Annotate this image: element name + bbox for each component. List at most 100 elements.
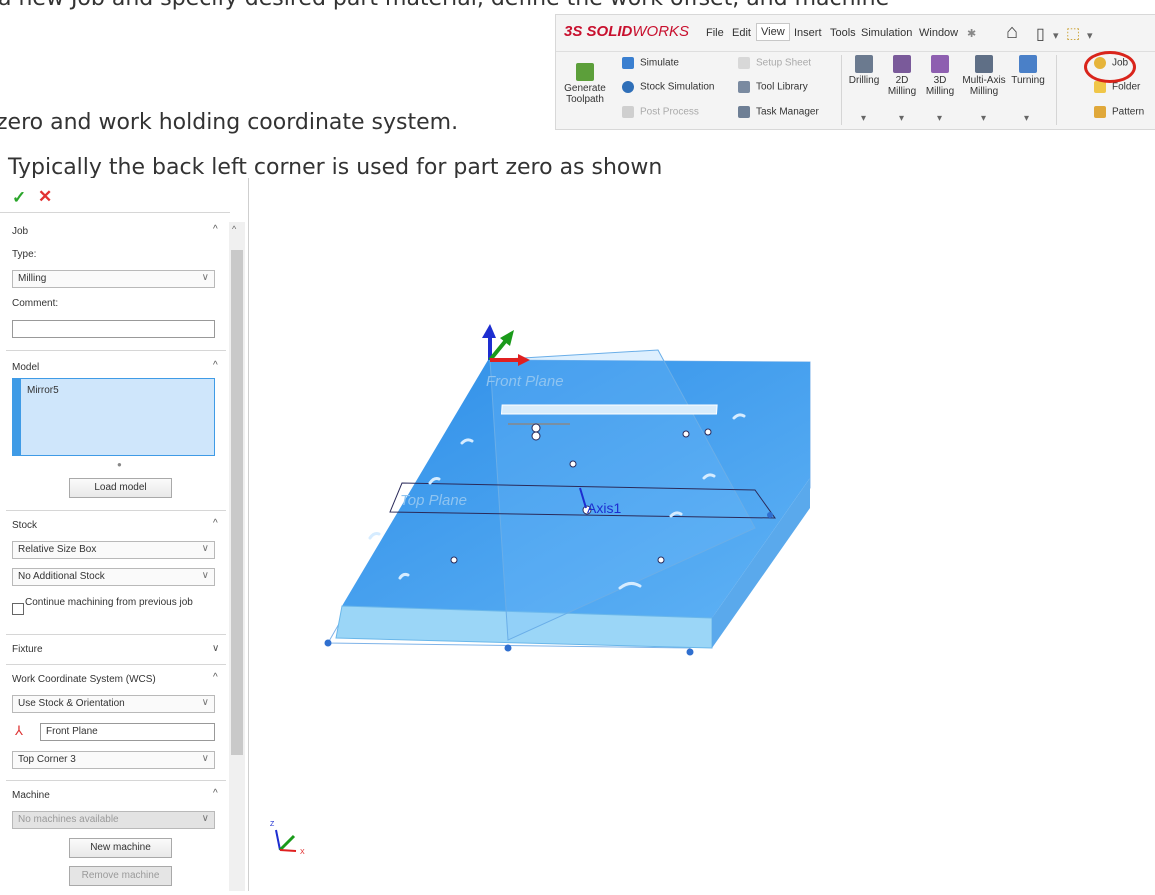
chevron-down-icon[interactable]: ▾: [861, 113, 866, 124]
new-machine-button[interactable]: New machine: [69, 838, 172, 858]
model-list-accent: [13, 379, 21, 455]
divider: [6, 634, 226, 635]
post-process-button[interactable]: Post Process: [622, 106, 699, 118]
collapse-icon[interactable]: ^: [213, 672, 218, 683]
menu-insert[interactable]: Insert: [794, 27, 822, 39]
remove-machine-button[interactable]: Remove machine: [69, 866, 172, 886]
document-text-line: a new Job and specify desired part mater…: [0, 0, 889, 11]
chevron-down-icon[interactable]: ▾: [1087, 29, 1093, 42]
setup-sheet-button[interactable]: Setup Sheet: [738, 57, 811, 69]
wcs-plane-input[interactable]: Front Plane: [40, 723, 215, 741]
model-list[interactable]: Mirror5: [12, 378, 215, 456]
resize-handle-icon[interactable]: ●: [117, 460, 122, 469]
setup-sheet-label: Setup Sheet: [756, 57, 812, 69]
chevron-down-icon: ∨: [201, 570, 209, 581]
chevron-down-icon[interactable]: ▾: [981, 113, 986, 124]
chevron-down-icon: ∨: [201, 753, 209, 764]
solidworks-logo: 3S SOLIDWORKS: [564, 23, 690, 40]
coordinate-system-icon: ⅄: [15, 723, 23, 738]
part-model-view: Front Plane Top Plane Axis1 Z X: [270, 324, 811, 856]
divider: [6, 780, 226, 781]
menu-view[interactable]: View: [756, 23, 790, 41]
3d-milling-label: 3D Milling: [925, 75, 955, 97]
divider: [0, 212, 230, 213]
folder-icon: [1094, 81, 1106, 93]
chevron-down-icon[interactable]: ▾: [1024, 113, 1029, 124]
pattern-label: Pattern: [1112, 106, 1145, 118]
pin-icon[interactable]: ✱: [967, 27, 976, 40]
menu-tools[interactable]: Tools: [830, 27, 856, 39]
front-plane-label: Front Plane: [486, 373, 564, 390]
panel-scrollbar[interactable]: ^: [229, 222, 245, 891]
turning-button[interactable]: Turning: [1008, 55, 1048, 86]
folder-button[interactable]: Folder: [1094, 81, 1140, 93]
home-icon[interactable]: ⌂: [1006, 21, 1018, 44]
additional-stock-select[interactable]: No Additional Stock ∨: [12, 568, 215, 586]
collapse-icon[interactable]: ^: [213, 224, 218, 235]
collapse-icon[interactable]: ^: [213, 360, 218, 371]
open-folder-icon[interactable]: ⬚: [1066, 24, 1080, 42]
wcs-mode-select[interactable]: Use Stock & Orientation ∨: [12, 695, 215, 713]
task-manager-label: Task Manager: [756, 106, 819, 118]
collapse-icon[interactable]: ^: [213, 518, 218, 529]
folder-label: Folder: [1112, 81, 1141, 93]
simulate-icon: [622, 57, 634, 69]
2d-milling-label: 2D Milling: [887, 75, 917, 97]
generate-toolpath-button[interactable]: Generate Toolpath: [564, 63, 606, 105]
graphics-viewport[interactable]: Front Plane Top Plane Axis1 Z X: [250, 178, 1155, 891]
model-list-item[interactable]: Mirror5: [27, 385, 59, 396]
chevron-down-icon: ∨: [201, 543, 209, 554]
chevron-down-icon: ∨: [201, 697, 209, 708]
stock-mode-select[interactable]: Relative Size Box ∨: [12, 541, 215, 559]
load-model-button[interactable]: Load model: [69, 478, 172, 498]
task-manager-button[interactable]: Task Manager: [738, 106, 819, 118]
pattern-button[interactable]: Pattern: [1094, 106, 1144, 118]
2d-milling-button[interactable]: 2D Milling: [884, 55, 920, 97]
drilling-label: Drilling: [848, 75, 880, 86]
machine-select[interactable]: No machines available ∨: [12, 811, 215, 829]
model-section-title: Model: [12, 362, 40, 373]
chevron-down-icon[interactable]: ▾: [937, 113, 942, 124]
post-process-label: Post Process: [640, 106, 699, 118]
cancel-icon[interactable]: ✕: [38, 187, 52, 207]
continue-machining-label: Continue machining from previous job: [25, 597, 193, 608]
divider: [6, 664, 226, 665]
chevron-down-icon: ∨: [201, 813, 209, 824]
collapse-icon[interactable]: ^: [213, 788, 218, 799]
ribbon-separator: [841, 55, 842, 125]
drilling-button[interactable]: Drilling: [846, 55, 882, 86]
ribbon-separator: [1056, 55, 1057, 125]
scroll-up-icon[interactable]: ^: [232, 224, 236, 234]
triad-z-label: Z: [270, 821, 275, 828]
type-label: Type:: [12, 249, 37, 260]
continue-machining-checkbox[interactable]: [12, 603, 24, 615]
multi-axis-milling-button[interactable]: Multi-Axis Milling: [960, 55, 1008, 97]
tool-library-button[interactable]: Tool Library: [738, 81, 808, 93]
comment-input[interactable]: [12, 320, 215, 338]
simulate-button[interactable]: Simulate: [622, 57, 679, 69]
divider: [6, 510, 226, 511]
menu-file[interactable]: File: [706, 27, 724, 39]
menu-bar: 3S SOLIDWORKS File Edit View Insert Tool…: [556, 15, 1155, 52]
menu-edit[interactable]: Edit: [732, 27, 751, 39]
document-text-line: zero and work holding coordinate system.: [0, 110, 459, 135]
wcs-triad: [482, 324, 530, 366]
3d-milling-button[interactable]: 3D Milling: [922, 55, 958, 97]
ok-icon[interactable]: ✓: [12, 188, 26, 208]
turning-icon: [1019, 55, 1037, 73]
generate-toolpath-label: Generate Toolpath: [564, 83, 606, 105]
divider: [6, 350, 226, 351]
menu-window[interactable]: Window: [919, 27, 958, 39]
stock-simulation-button[interactable]: Stock Simulation: [622, 81, 714, 93]
task-manager-icon: [738, 106, 750, 118]
multi-axis-milling-label: Multi-Axis Milling: [962, 75, 1006, 97]
chevron-down-icon[interactable]: ▾: [1053, 29, 1059, 42]
expand-icon[interactable]: ∨: [212, 643, 219, 654]
scrollbar-thumb[interactable]: [231, 250, 243, 755]
multi-axis-milling-icon: [975, 55, 993, 73]
wcs-corner-select[interactable]: Top Corner 3 ∨: [12, 751, 215, 769]
new-document-icon[interactable]: ▯: [1036, 24, 1045, 44]
menu-simulation[interactable]: Simulation: [861, 27, 912, 39]
job-type-select[interactable]: Milling ∨: [12, 270, 215, 288]
chevron-down-icon[interactable]: ▾: [899, 113, 904, 124]
